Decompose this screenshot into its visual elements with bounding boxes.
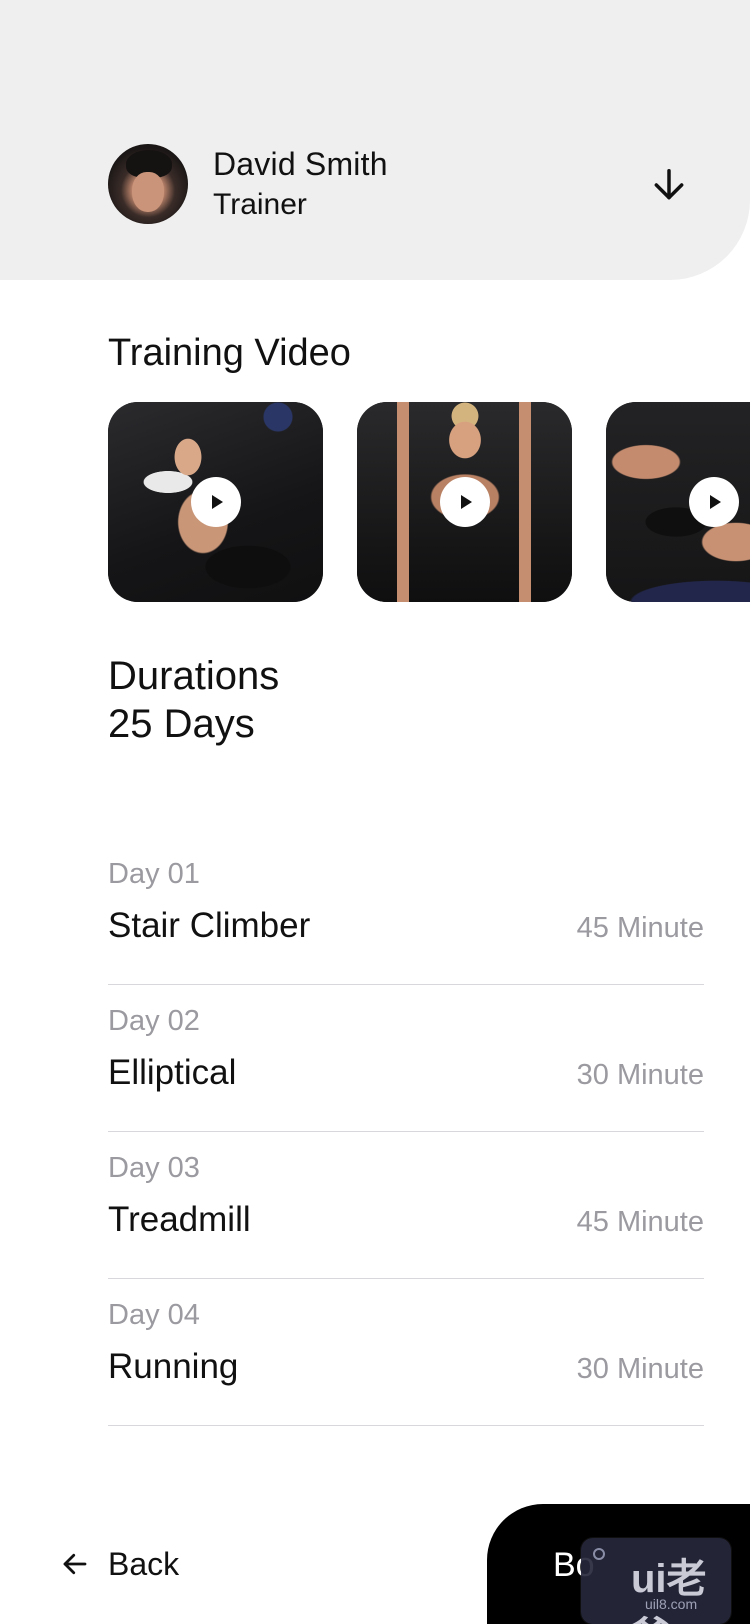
activity-duration: 45 Minute	[576, 1206, 704, 1238]
activity-name: Elliptical	[108, 1053, 237, 1092]
list-item[interactable]: Day 02 Elliptical 30 Minute	[108, 985, 704, 1132]
trainer-name: David Smith	[213, 146, 388, 182]
day-label: Day 03	[108, 1152, 200, 1184]
back-label: Back	[108, 1545, 180, 1582]
trainer-avatar	[108, 144, 188, 224]
activity-duration: 45 Minute	[576, 912, 704, 944]
list-item[interactable]: Day 03 Treadmill 45 Minute	[108, 1132, 704, 1279]
video-thumbnail-1[interactable]	[108, 402, 323, 602]
video-thumbnail-3[interactable]	[606, 402, 750, 602]
watermark-dot-icon	[593, 1548, 605, 1560]
duration-summary: Durations 25 Days	[108, 652, 279, 748]
watermark-url: uil8.com	[645, 1596, 698, 1612]
watermark-badge: ui老爸 uil8.com	[581, 1538, 731, 1624]
activity-name: Stair Climber	[108, 906, 311, 945]
video-thumbnail-2[interactable]	[357, 402, 572, 602]
training-video-title: Training Video	[108, 332, 351, 374]
back-button[interactable]: Back	[60, 1544, 179, 1584]
activity-duration: 30 Minute	[576, 1059, 704, 1091]
watermark-logo: ui老爸	[631, 1557, 707, 1624]
activity-name: Treadmill	[108, 1200, 251, 1239]
day-schedule-list: Day 01 Stair Climber 45 Minute Day 02 El…	[108, 838, 704, 1426]
play-icon[interactable]	[190, 477, 241, 527]
day-label: Day 02	[108, 1005, 200, 1037]
day-label: Day 04	[108, 1299, 200, 1331]
arrow-down-icon[interactable]	[650, 166, 688, 204]
trainer-header: David Smith Trainer	[0, 0, 750, 280]
list-item[interactable]: Day 01 Stair Climber 45 Minute	[108, 838, 704, 985]
play-icon[interactable]	[688, 477, 739, 527]
day-label: Day 01	[108, 858, 200, 890]
activity-duration: 30 Minute	[576, 1353, 704, 1385]
trainer-role: Trainer	[213, 188, 307, 221]
duration-value: 25 Days	[108, 702, 255, 746]
list-item[interactable]: Day 04 Running 30 Minute	[108, 1279, 704, 1426]
activity-name: Running	[108, 1347, 239, 1386]
training-video-carousel[interactable]	[108, 402, 750, 602]
duration-label: Durations	[108, 654, 280, 698]
play-icon[interactable]	[439, 477, 490, 527]
arrow-left-icon	[63, 1553, 87, 1575]
